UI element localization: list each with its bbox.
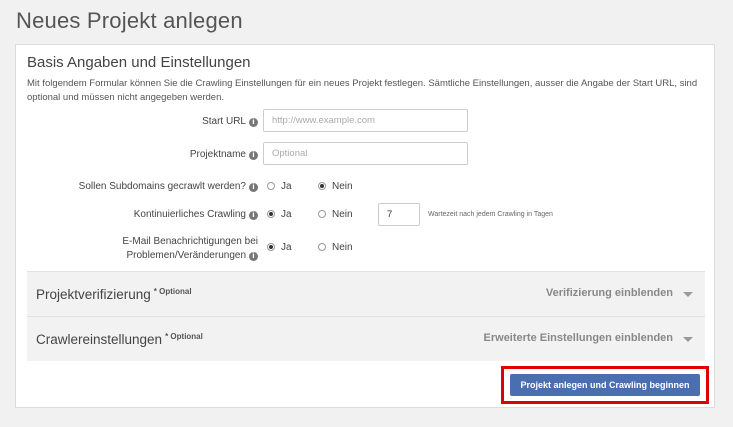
email-radio-ja[interactable]: Ja xyxy=(267,242,292,254)
optional-marker: * Optional xyxy=(165,332,203,341)
radio-label: Ja xyxy=(281,181,292,192)
info-icon: i xyxy=(249,118,258,127)
chevron-down-icon[interactable] xyxy=(683,292,693,297)
intro-text: Mit folgendem Formular können Sie die Cr… xyxy=(27,78,698,103)
radio-icon[interactable] xyxy=(318,243,326,251)
subdomains-radio-ja[interactable]: Ja xyxy=(267,181,292,193)
optional-marker: * Optional xyxy=(153,287,192,296)
collapse-title-crawler: Crawlereinstellungen * Optional xyxy=(36,332,203,347)
start-url-label: Start URL i xyxy=(202,115,258,129)
collapse-title-verifizierung: Projektverifizierung * Optional xyxy=(36,287,192,302)
projektname-label: Projektname i xyxy=(190,148,258,162)
email-label-line2: Problemen/Veränderungen xyxy=(126,250,246,261)
subdomains-label-text: Sollen Subdomains gecrawlt werden? xyxy=(78,181,246,192)
radio-label: Nein xyxy=(332,181,353,192)
verifizierung-title: Projektverifizierung xyxy=(36,287,151,302)
email-label: E-Mail Benachrichtigungen bei Problemen/… xyxy=(122,235,258,263)
page-title: Neues Projekt anlegen xyxy=(16,8,243,33)
wartezeit-hint: Wartezeit nach jedem Crawling in Tagen xyxy=(428,211,553,218)
projektname-input[interactable] xyxy=(263,142,468,165)
info-icon: i xyxy=(249,151,258,160)
chevron-down-icon[interactable] xyxy=(683,337,693,342)
subdomains-label: Sollen Subdomains gecrawlt werden? i xyxy=(79,180,258,194)
start-url-input[interactable] xyxy=(263,109,468,132)
radio-label: Nein xyxy=(332,242,353,253)
collapse-crawlereinstellungen[interactable]: Crawlereinstellungen * Optional Erweitert… xyxy=(27,316,705,361)
project-form-card: Basis Angaben und Einstellungen Mit folg… xyxy=(15,44,715,408)
radio-checked-icon[interactable] xyxy=(267,210,275,218)
subdomains-radio-nein[interactable]: Nein xyxy=(318,181,353,193)
info-icon: i xyxy=(249,252,258,261)
radio-icon[interactable] xyxy=(267,182,275,190)
email-radio-nein[interactable]: Nein xyxy=(318,242,353,254)
wartezeit-input[interactable] xyxy=(378,203,420,226)
email-label-line1: E-Mail Benachrichtigungen bei xyxy=(122,236,258,247)
radio-icon[interactable] xyxy=(318,210,326,218)
kontinuierlich-radio-nein[interactable]: Nein xyxy=(318,209,353,221)
kontinuierlich-label-text: Kontinuierliches Crawling xyxy=(133,209,246,220)
radio-label: Ja xyxy=(281,242,292,253)
info-icon: i xyxy=(249,183,258,192)
section-title-basis: Basis Angaben und Einstellungen xyxy=(27,54,251,71)
verifizierung-toggle-link[interactable]: Verifizierung einblenden xyxy=(546,287,673,299)
kontinuierlich-label: Kontinuierliches Crawling i xyxy=(134,208,258,222)
radio-label: Ja xyxy=(281,209,292,220)
submit-highlight-box: Projekt anlegen und Crawling beginnen xyxy=(501,366,709,404)
crawler-title: Crawlereinstellungen xyxy=(36,332,163,347)
projektname-label-text: Projektname xyxy=(189,149,246,160)
radio-checked-icon[interactable] xyxy=(267,243,275,251)
radio-checked-icon[interactable] xyxy=(318,182,326,190)
start-url-label-text: Start URL xyxy=(202,116,246,127)
collapse-projektverifizierung[interactable]: Projektverifizierung * Optional Verifizie… xyxy=(27,271,705,316)
info-icon: i xyxy=(249,211,258,220)
kontinuierlich-radio-ja[interactable]: Ja xyxy=(267,209,292,221)
radio-label: Nein xyxy=(332,209,353,220)
submit-button[interactable]: Projekt anlegen und Crawling beginnen xyxy=(510,374,700,396)
crawler-toggle-link[interactable]: Erweiterte Einstellungen einblenden xyxy=(484,332,673,344)
